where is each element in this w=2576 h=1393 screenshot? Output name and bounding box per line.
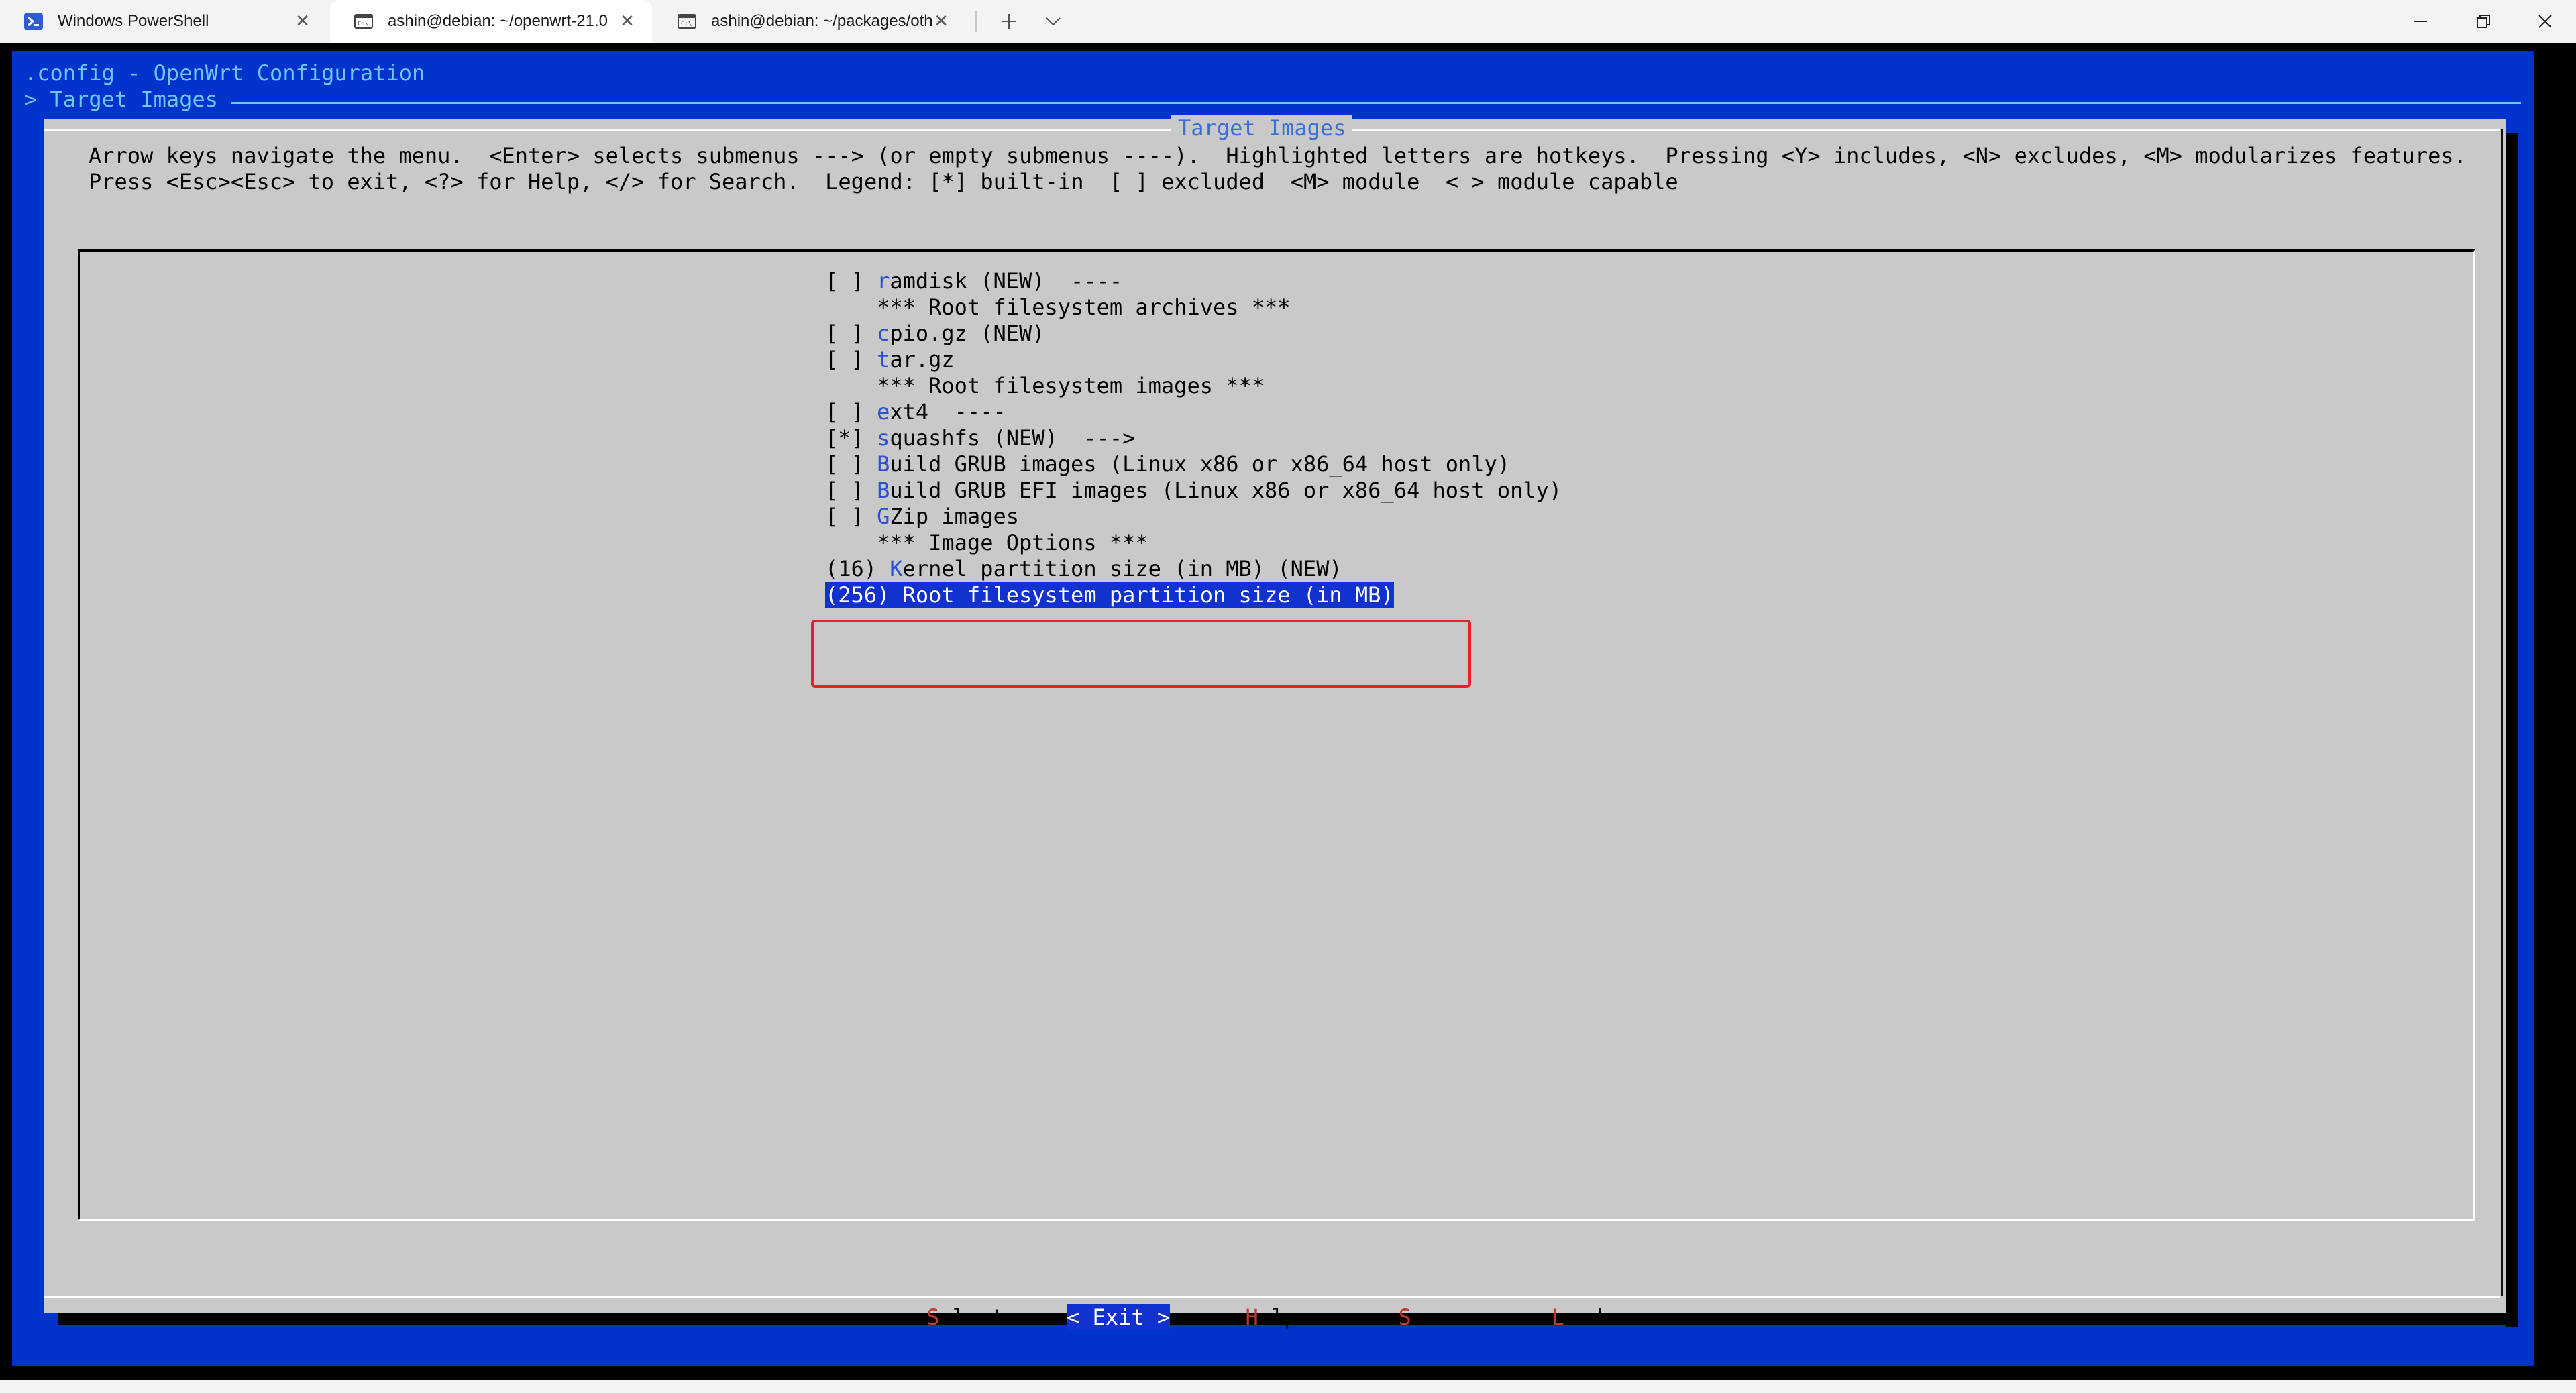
menu-item-cpio[interactable]: [ ] cpio.gz (NEW) <box>825 321 1045 347</box>
menu-item-ext4[interactable]: [ ] ext4 ---- <box>825 399 1006 425</box>
menu-comment-archives: *** Root filesystem archives *** <box>877 294 1291 320</box>
target-images-dialog: Target Images Arrow keys navigate the me… <box>44 115 2506 1330</box>
maximize-button[interactable] <box>2453 0 2514 43</box>
tab-label: ashin@debian: ~/packages/oth <box>711 12 933 30</box>
minimize-icon <box>2414 21 2427 22</box>
minimize-button[interactable] <box>2390 0 2451 43</box>
annotation-highlight-box <box>811 620 1471 688</box>
menu-item-grub-efi-images[interactable]: [ ] Build GRUB EFI images (Linux x86 or … <box>825 478 1562 504</box>
menu-item-targz[interactable]: [ ] tar.gz <box>825 347 955 373</box>
load-button[interactable]: < Load > <box>1525 1304 1629 1331</box>
dialog-title: Target Images <box>1171 115 1353 142</box>
breadcrumb: > Target Images <box>24 87 218 112</box>
close-window-button[interactable] <box>2514 0 2576 43</box>
dialog-border <box>2501 129 2503 1296</box>
restore-icon <box>2477 15 2490 28</box>
exit-button[interactable]: < Exit > <box>1067 1304 1171 1331</box>
menu-item-kernel-partition-size[interactable]: (16) Kernel partition size (in MB) (NEW) <box>825 556 1342 582</box>
menu-comment-image-options: *** Image Options *** <box>877 530 1148 555</box>
tab-separator <box>975 11 977 32</box>
selected-item-label: (256) Root filesystem partition size (in… <box>825 582 1394 608</box>
menu-item-ramdisk[interactable]: [ ] ramdisk (NEW) ---- <box>825 268 1122 294</box>
select-button[interactable]: <Select> <box>914 1304 1017 1331</box>
help-button[interactable]: < Help > <box>1220 1304 1323 1331</box>
terminal-icon: C:\ <box>354 13 373 30</box>
close-icon[interactable]: ✕ <box>292 11 313 31</box>
tab-label: Windows PowerShell <box>58 12 209 30</box>
new-tab-button[interactable] <box>994 7 1024 36</box>
close-icon <box>2538 15 2552 28</box>
close-icon[interactable]: ✕ <box>931 11 951 31</box>
close-icon[interactable]: ✕ <box>617 11 637 31</box>
tab-label: ashin@debian: ~/openwrt-21.0 <box>388 12 608 30</box>
powershell-icon <box>24 13 43 30</box>
title-bar: Windows PowerShell ✕ C:\ ashin@debian: ~… <box>0 0 2576 43</box>
save-button[interactable]: < Save > <box>1373 1304 1476 1331</box>
help-text-line-2: Press <Esc><Esc> to exit, <?> for Help, … <box>89 169 1678 194</box>
menu-item-squashfs[interactable]: [*] squashfs (NEW) ---> <box>825 425 1135 451</box>
config-title: .config - OpenWrt Configuration <box>24 60 425 86</box>
terminal-pane[interactable]: .config - OpenWrt Configuration > Target… <box>0 43 2576 1380</box>
tab-openwrt[interactable]: C:\ ashin@debian: ~/openwrt-21.0 ✕ <box>330 0 652 43</box>
menu-item-gzip-images[interactable]: [ ] GZip images <box>825 504 1019 530</box>
help-text-line-1: Arrow keys navigate the menu. <Enter> se… <box>89 143 2467 168</box>
menuconfig-screen: .config - OpenWrt Configuration > Target… <box>12 51 2534 1366</box>
svg-text:C:\: C:\ <box>681 21 692 27</box>
menu-item-grub-images[interactable]: [ ] Build GRUB images (Linux x86 or x86_… <box>825 451 1510 478</box>
terminal-icon: C:\ <box>678 13 696 30</box>
svg-text:C:\: C:\ <box>358 21 368 27</box>
breadcrumb-rule <box>231 102 2521 104</box>
tab-windows-powershell[interactable]: Windows PowerShell ✕ <box>0 0 327 43</box>
chevron-down-icon <box>1046 17 1061 26</box>
tab-packages[interactable]: C:\ ashin@debian: ~/packages/oth ✕ <box>653 0 966 43</box>
menu-list-box <box>78 249 2475 1221</box>
plus-icon <box>1002 14 1016 29</box>
scrollbar-indicator[interactable] <box>2571 1337 2573 1360</box>
menu-item-rootfs-partition-size[interactable]: (256) Root filesystem partition size (in… <box>825 582 1394 608</box>
menu-comment-images: *** Root filesystem images *** <box>877 373 1265 398</box>
tab-dropdown-button[interactable] <box>1038 7 1068 36</box>
dialog-shadow <box>2506 133 2518 1327</box>
button-bar-rule <box>44 1296 2500 1298</box>
